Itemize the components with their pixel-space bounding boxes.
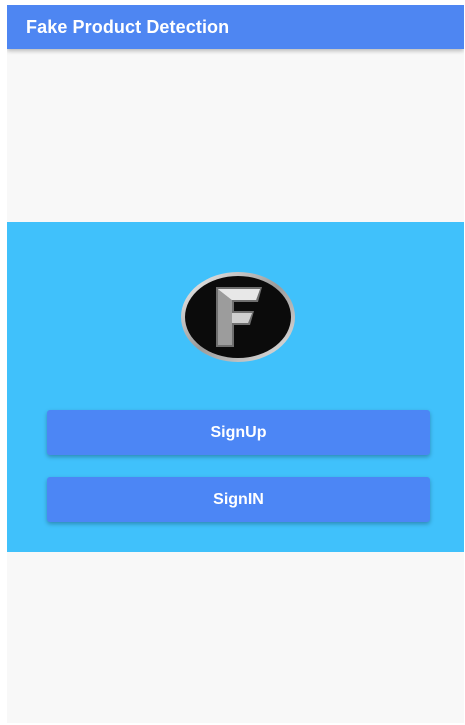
phone-screen: Fake Product Detection SignUp SignIN [0,0,465,725]
app-window: Fake Product Detection SignUp SignIN [7,5,464,723]
auth-panel: SignUp SignIN [7,222,464,552]
signin-button[interactable]: SignIN [47,477,430,522]
signup-button[interactable]: SignUp [47,410,430,455]
app-bar: Fake Product Detection [7,5,464,49]
app-title: Fake Product Detection [26,17,230,37]
letter-f-logo-icon [181,272,295,362]
